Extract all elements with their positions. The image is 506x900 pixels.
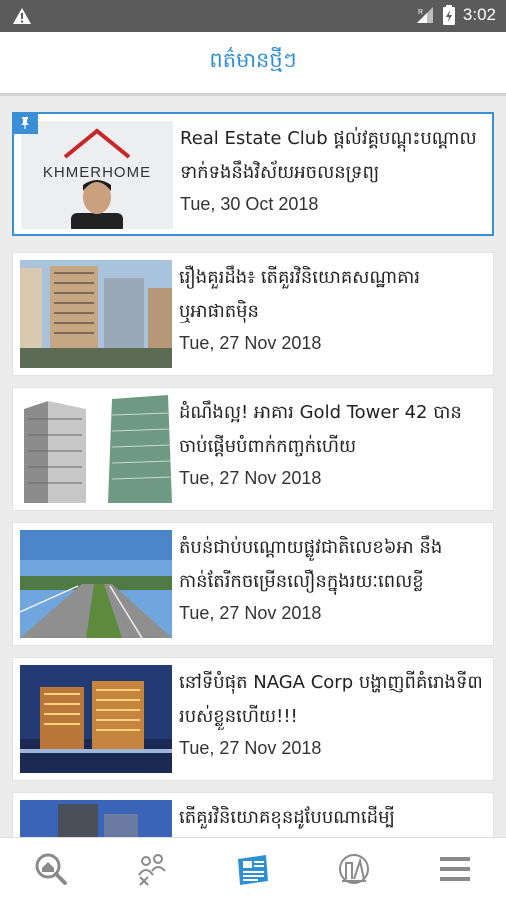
nav-menu[interactable] xyxy=(405,838,506,900)
news-date: Tue, 30 Oct 2018 xyxy=(180,194,319,214)
bottom-nav xyxy=(0,837,506,900)
page-title: ពត៌មានថ្មីៗ xyxy=(209,48,297,72)
news-headline: ដំណឹងល្អ! អាគារ Gold Tower 42 បានចាប់ផ្ត… xyxy=(179,402,462,457)
news-headline: នៅទីបំផុត NAGA Corp បង្ហាញពីគំរោងទី៣ របស… xyxy=(179,672,483,727)
news-headline: រឿងគួរដឹង៖ តើគួរវិនិយោគសណ្ឋាគារ ឬអាផាតម៉… xyxy=(179,267,420,322)
app-header: ពត៌មានថ្មីៗ xyxy=(0,32,506,96)
news-card[interactable]: តំបន់ជាប់បណ្តោយផ្លូវជាតិលេខ៦អា នឹងកាន់តែ… xyxy=(12,522,494,646)
nav-agents[interactable] xyxy=(101,838,202,900)
news-card[interactable]: ដំណឹងល្អ! អាគារ Gold Tower 42 បានចាប់ផ្ត… xyxy=(12,387,494,511)
news-thumbnail xyxy=(20,530,172,638)
news-card[interactable]: នៅទីបំផុត NAGA Corp បង្ហាញពីគំរោងទី៣ របស… xyxy=(12,657,494,781)
status-time: 3:02 xyxy=(462,5,496,24)
news-headline: Real Estate Club ផ្តល់វគ្គបណ្តុះបណ្តាលទា… xyxy=(180,128,477,183)
news-thumbnail xyxy=(20,800,172,837)
news-thumbnail xyxy=(20,260,172,368)
battery-icon xyxy=(442,5,455,25)
signal-icon: R xyxy=(416,7,433,23)
news-date: Tue, 27 Nov 2018 xyxy=(179,603,322,623)
news-thumbnail: KHMERHOME xyxy=(21,121,173,229)
news-card[interactable]: តើគួរវិនិយោគខុនដូបែបណាដើម្បី xyxy=(12,792,494,837)
news-thumbnail xyxy=(20,395,172,503)
search-property-icon xyxy=(35,853,67,885)
news-date: Tue, 27 Nov 2018 xyxy=(179,738,322,758)
news-date: Tue, 27 Nov 2018 xyxy=(179,468,322,488)
nav-news[interactable] xyxy=(202,838,303,900)
agent-icon xyxy=(137,854,166,886)
news-card[interactable]: រឿងគួរដឹង៖ តើគួរវិនិយោគសណ្ឋាគារ ឬអាផាតម៉… xyxy=(12,252,494,376)
svg-text:R: R xyxy=(418,9,423,16)
status-bar: R 3:02 xyxy=(0,0,506,32)
news-list[interactable]: KHMERHOME Real Estate Club ផ្តល់វគ្គបណ្ត… xyxy=(0,99,506,837)
news-card[interactable]: KHMERHOME Real Estate Club ផ្តល់វគ្គបណ្ត… xyxy=(12,112,494,236)
news-icon xyxy=(238,855,268,885)
nav-calculator[interactable] xyxy=(304,838,405,900)
news-thumbnail xyxy=(20,665,172,773)
news-date: Tue, 27 Nov 2018 xyxy=(179,333,322,353)
warning-icon xyxy=(13,8,31,24)
news-headline: តើគួរវិនិយោគខុនដូបែបណាដើម្បី xyxy=(179,807,395,828)
nav-search-property[interactable] xyxy=(0,838,101,900)
pin-icon xyxy=(12,112,38,134)
thumb-logo-text: KHMERHOME xyxy=(43,164,151,181)
calculator-icon xyxy=(339,854,370,884)
menu-icon xyxy=(440,857,471,881)
news-headline: តំបន់ជាប់បណ្តោយផ្លូវជាតិលេខ៦អា នឹងកាន់តែ… xyxy=(179,537,443,592)
